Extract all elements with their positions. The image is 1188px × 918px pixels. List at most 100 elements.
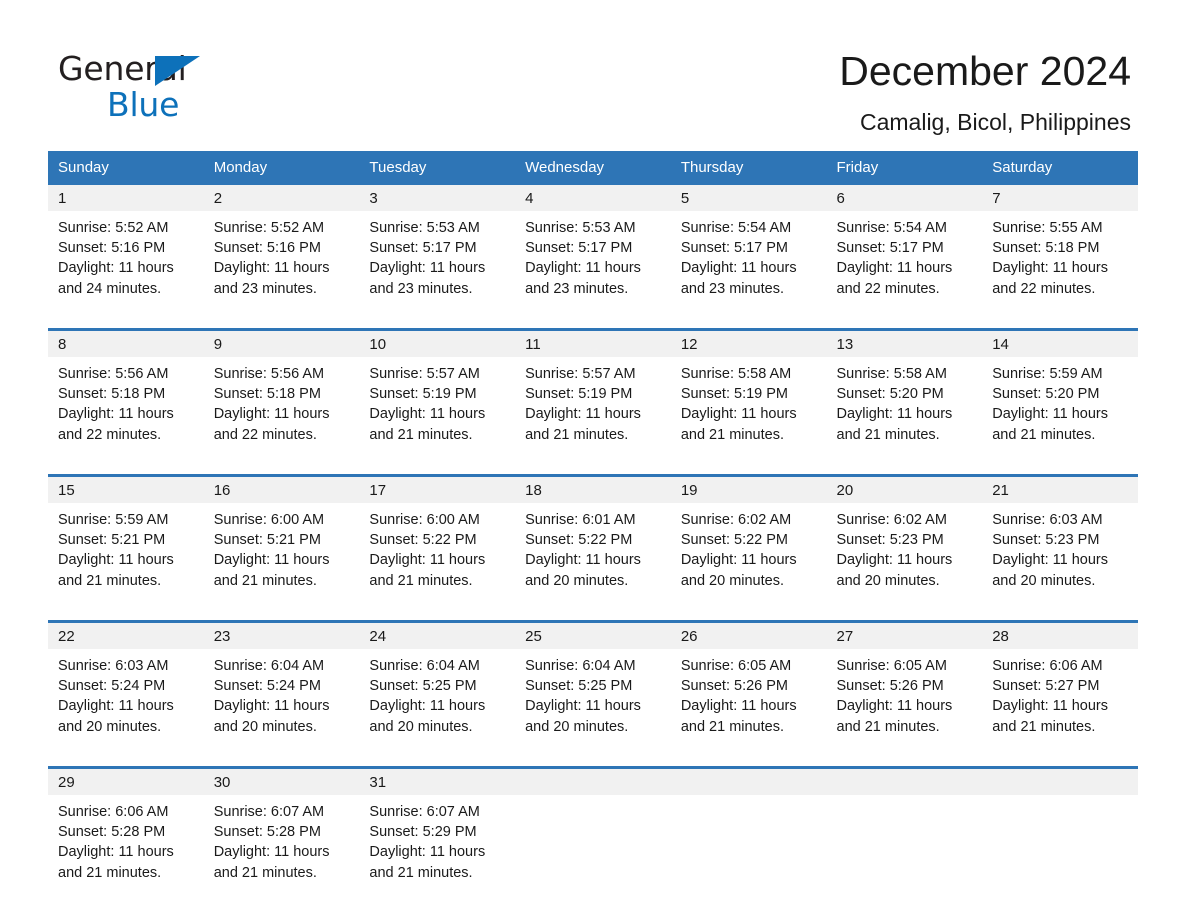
day-cell[interactable]: Sunrise: 6:02 AM Sunset: 5:23 PM Dayligh…: [826, 503, 983, 622]
daylight-text: Daylight: 11 hours and 22 minutes.: [58, 406, 174, 443]
daylight-text: Daylight: 11 hours and 20 minutes.: [680, 552, 797, 589]
day-cell[interactable]: Sunrise: 5:58 AM Sunset: 5:20 PM Dayligh…: [826, 357, 983, 476]
day-cell[interactable]: Sunrise: 5:54 AM Sunset: 5:17 PM Dayligh…: [826, 211, 983, 330]
day-cell[interactable]: Sunrise: 5:59 AM Sunset: 5:21 PM Dayligh…: [48, 503, 204, 622]
sunrise-text: Sunrise: 5:53 AM: [369, 220, 480, 236]
day-cell[interactable]: Sunrise: 6:04 AM Sunset: 5:25 PM Dayligh…: [359, 649, 516, 768]
day-number[interactable]: 22: [48, 620, 204, 649]
sunset-text: Sunset: 5:27 PM: [992, 678, 1100, 695]
day-cell[interactable]: Sunrise: 5:57 AM Sunset: 5:19 PM Dayligh…: [359, 357, 516, 476]
sunrise-text: Sunrise: 6:03 AM: [58, 658, 169, 674]
day-cell[interactable]: Sunrise: 6:02 AM Sunset: 5:22 PM Dayligh…: [670, 503, 827, 622]
day-cell[interactable]: Sunrise: 5:56 AM Sunset: 5:18 PM Dayligh…: [48, 357, 204, 476]
day-cell[interactable]: Sunrise: 6:07 AM Sunset: 5:28 PM Dayligh…: [203, 795, 360, 900]
day-number[interactable]: 9: [203, 328, 360, 357]
day-number[interactable]: 24: [359, 620, 516, 649]
day-number[interactable]: 10: [359, 328, 516, 357]
day-number[interactable]: 31: [359, 766, 516, 795]
sunset-text: Sunset: 5:22 PM: [369, 532, 477, 549]
day-number[interactable]: 27: [826, 620, 983, 649]
sunset-text: Sunset: 5:25 PM: [525, 678, 633, 695]
day-number[interactable]: 18: [515, 474, 671, 503]
day-number[interactable]: 1: [48, 185, 204, 211]
day-number[interactable]: 25: [515, 620, 671, 649]
day-cell[interactable]: Sunrise: 5:57 AM Sunset: 5:19 PM Dayligh…: [515, 357, 671, 476]
location-subtitle: Camalig, Bicol, Philippines: [859, 109, 1131, 135]
day-cell[interactable]: Sunrise: 5:59 AM Sunset: 5:20 PM Dayligh…: [982, 357, 1138, 476]
day-number[interactable]: 30: [203, 766, 360, 795]
day-number[interactable]: 13: [826, 328, 983, 357]
daylight-text: Daylight: 11 hours and 21 minutes.: [369, 406, 486, 443]
day-number[interactable]: 23: [203, 620, 360, 649]
day-number[interactable]: 16: [203, 474, 360, 503]
day-cell[interactable]: Sunrise: 5:58 AM Sunset: 5:19 PM Dayligh…: [670, 357, 827, 476]
sunrise-text: Sunrise: 6:01 AM: [525, 512, 636, 528]
day-number[interactable]: 15: [48, 474, 204, 503]
general-blue-logo[interactable]: General Blue: [58, 44, 258, 130]
sunset-text: Sunset: 5:18 PM: [992, 240, 1100, 257]
daylight-text: Daylight: 11 hours and 21 minutes.: [836, 406, 953, 443]
sunset-text: Sunset: 5:17 PM: [525, 240, 633, 257]
daylight-text: Daylight: 11 hours and 21 minutes.: [58, 552, 174, 589]
day-number[interactable]: 3: [359, 185, 516, 211]
sunset-text: Sunset: 5:19 PM: [369, 386, 477, 403]
sunset-text: Sunset: 5:28 PM: [213, 824, 321, 841]
day-cell[interactable]: Sunrise: 5:52 AM Sunset: 5:16 PM Dayligh…: [203, 211, 360, 330]
weekday-header-thursday: Thursday: [670, 151, 827, 185]
sunset-text: Sunset: 5:21 PM: [213, 532, 321, 549]
day-cell[interactable]: Sunrise: 5:53 AM Sunset: 5:17 PM Dayligh…: [515, 211, 671, 330]
day-number[interactable]: 14: [982, 328, 1138, 357]
day-cell[interactable]: Sunrise: 5:53 AM Sunset: 5:17 PM Dayligh…: [359, 211, 516, 330]
day-cell[interactable]: Sunrise: 6:03 AM Sunset: 5:23 PM Dayligh…: [982, 503, 1138, 622]
day-number[interactable]: 11: [515, 328, 671, 357]
week-daynumber-row: 15 16 17 18 19 20 21: [48, 474, 1138, 503]
sunrise-text: Sunrise: 6:05 AM: [836, 658, 947, 674]
day-number[interactable]: 21: [982, 474, 1138, 503]
day-number[interactable]: 19: [670, 474, 827, 503]
day-cell[interactable]: Sunrise: 5:56 AM Sunset: 5:18 PM Dayligh…: [203, 357, 360, 476]
sunrise-text: Sunrise: 5:54 AM: [836, 220, 947, 236]
daylight-text: Daylight: 11 hours and 21 minutes.: [213, 552, 330, 589]
sunset-text: Sunset: 5:19 PM: [680, 386, 789, 403]
day-cell[interactable]: Sunrise: 6:05 AM Sunset: 5:26 PM Dayligh…: [670, 649, 827, 768]
day-cell[interactable]: Sunrise: 6:00 AM Sunset: 5:22 PM Dayligh…: [359, 503, 516, 622]
sunset-text: Sunset: 5:26 PM: [680, 678, 789, 695]
day-cell[interactable]: Sunrise: 6:04 AM Sunset: 5:24 PM Dayligh…: [203, 649, 360, 768]
day-cell[interactable]: Sunrise: 6:01 AM Sunset: 5:22 PM Dayligh…: [515, 503, 671, 622]
daylight-text: Daylight: 11 hours and 23 minutes.: [213, 260, 330, 297]
week-info-row: Sunrise: 6:03 AM Sunset: 5:24 PM Dayligh…: [48, 649, 1138, 768]
sunrise-text: Sunrise: 6:03 AM: [992, 512, 1103, 528]
sunrise-text: Sunrise: 5:58 AM: [680, 366, 792, 382]
day-cell[interactable]: Sunrise: 6:04 AM Sunset: 5:25 PM Dayligh…: [515, 649, 671, 768]
sunrise-text: Sunrise: 6:04 AM: [525, 658, 636, 674]
day-number[interactable]: 17: [359, 474, 516, 503]
day-cell[interactable]: Sunrise: 6:06 AM Sunset: 5:28 PM Dayligh…: [48, 795, 204, 900]
day-cell[interactable]: Sunrise: 6:05 AM Sunset: 5:26 PM Dayligh…: [826, 649, 983, 768]
day-cell[interactable]: Sunrise: 5:55 AM Sunset: 5:18 PM Dayligh…: [982, 211, 1138, 330]
sunset-text: Sunset: 5:24 PM: [213, 678, 321, 695]
day-number[interactable]: 6: [826, 185, 983, 211]
day-number[interactable]: 8: [48, 328, 204, 357]
day-number[interactable]: 7: [982, 185, 1138, 211]
day-number[interactable]: 4: [515, 185, 671, 211]
day-cell[interactable]: Sunrise: 6:00 AM Sunset: 5:21 PM Dayligh…: [203, 503, 360, 622]
day-number[interactable]: 29: [48, 766, 204, 795]
day-cell[interactable]: Sunrise: 6:07 AM Sunset: 5:29 PM Dayligh…: [359, 795, 516, 900]
day-cell[interactable]: Sunrise: 6:06 AM Sunset: 5:27 PM Dayligh…: [982, 649, 1138, 768]
week-info-row: Sunrise: 5:59 AM Sunset: 5:21 PM Dayligh…: [48, 503, 1138, 622]
day-cell[interactable]: Sunrise: 6:03 AM Sunset: 5:24 PM Dayligh…: [48, 649, 204, 768]
daylight-text: Daylight: 11 hours and 21 minutes.: [369, 844, 486, 881]
empty-day-cell: [515, 795, 671, 900]
day-number[interactable]: 2: [203, 185, 360, 211]
sunset-text: Sunset: 5:21 PM: [58, 532, 166, 549]
day-number[interactable]: 20: [826, 474, 983, 503]
day-number[interactable]: 5: [670, 185, 827, 211]
sunrise-text: Sunrise: 5:52 AM: [213, 220, 325, 236]
day-number[interactable]: 28: [982, 620, 1138, 649]
day-number[interactable]: 26: [670, 620, 827, 649]
day-cell[interactable]: Sunrise: 5:52 AM Sunset: 5:16 PM Dayligh…: [48, 211, 204, 330]
day-number[interactable]: 12: [670, 328, 827, 357]
sunrise-text: Sunrise: 5:59 AM: [992, 366, 1103, 382]
sunrise-text: Sunrise: 6:02 AM: [680, 512, 792, 528]
day-cell[interactable]: Sunrise: 5:54 AM Sunset: 5:17 PM Dayligh…: [670, 211, 827, 330]
